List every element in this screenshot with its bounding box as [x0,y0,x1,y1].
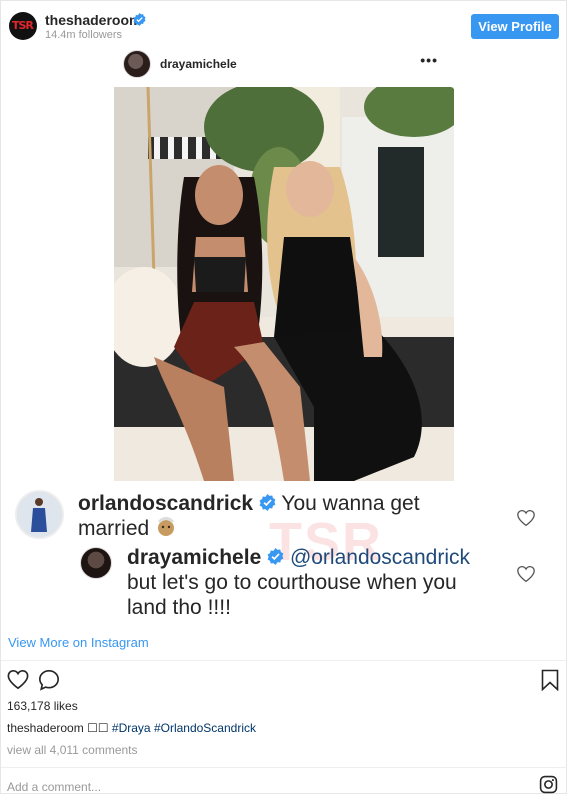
comment-2-username: drayamichele [127,546,262,569]
comment-bubble-icon[interactable] [38,669,60,691]
caption-hashtags[interactable]: #Draya #OrlandoScandrick [112,721,256,735]
bride-emoji-icon [157,517,175,536]
comment-avatar-orlandoscandrick [15,490,64,539]
profile-avatar[interactable]: TSR [9,12,37,40]
post-caption: theshaderoom ☐☐ #Draya #OrlandoScandrick [7,721,256,735]
embedded-post-username: drayamichele [160,57,237,71]
comment-2-text-1: but let's go to courthouse when you [127,571,457,594]
comment-1-like-icon[interactable] [516,509,536,527]
comment-2-line-3: land tho !!!! [127,596,231,620]
profile-username[interactable]: theshaderoom [45,12,141,28]
photo-illustration [114,87,454,481]
more-dots-icon: ••• [420,52,438,68]
comment-2-text-2: land tho !!!! [127,596,231,619]
caption-username[interactable]: theshaderoom [7,721,84,735]
comment-2-line-1: drayamichele @orlandoscandrick [127,546,470,570]
comment-1-line-2: married [78,516,177,541]
comment-1-text-2: married [78,517,150,540]
comment-2-like-icon[interactable] [516,565,536,583]
verified-badge-icon [259,494,276,511]
verified-badge-icon [267,548,284,565]
comment-2-mention: @orlandoscandrick [289,546,471,569]
like-heart-icon[interactable] [7,669,29,690]
avatar-logo-text: TSR [12,19,34,32]
embedded-post: drayamichele ••• [113,47,454,481]
view-profile-button[interactable]: View Profile [471,14,559,39]
instagram-embed: TSR theshaderoom 14.4m followers View Pr… [0,0,567,794]
add-comment-input[interactable]: Add a comment... [7,780,101,794]
post-photo [114,87,454,481]
instagram-logo-icon[interactable] [539,775,558,794]
divider [1,767,567,768]
divider [1,660,567,661]
view-more-on-instagram-link[interactable]: View More on Instagram [8,635,149,650]
comment-1-username: orlandoscandrick [78,492,254,515]
bookmark-icon[interactable] [541,669,559,691]
caption-emoji: ☐☐ [87,721,109,735]
like-count: 163,178 likes [7,699,78,713]
view-all-comments-link[interactable]: view all 4,011 comments [7,743,138,757]
comment-avatar-drayamichele [80,547,112,579]
verified-badge-icon [133,13,146,26]
embedded-post-avatar [123,50,151,78]
avatar-figure [17,492,62,537]
comment-2-line-2: but let's go to courthouse when you [127,571,457,595]
post-header: TSR theshaderoom 14.4m followers View Pr… [1,1,567,49]
follower-count: 14.4m followers [45,29,123,41]
